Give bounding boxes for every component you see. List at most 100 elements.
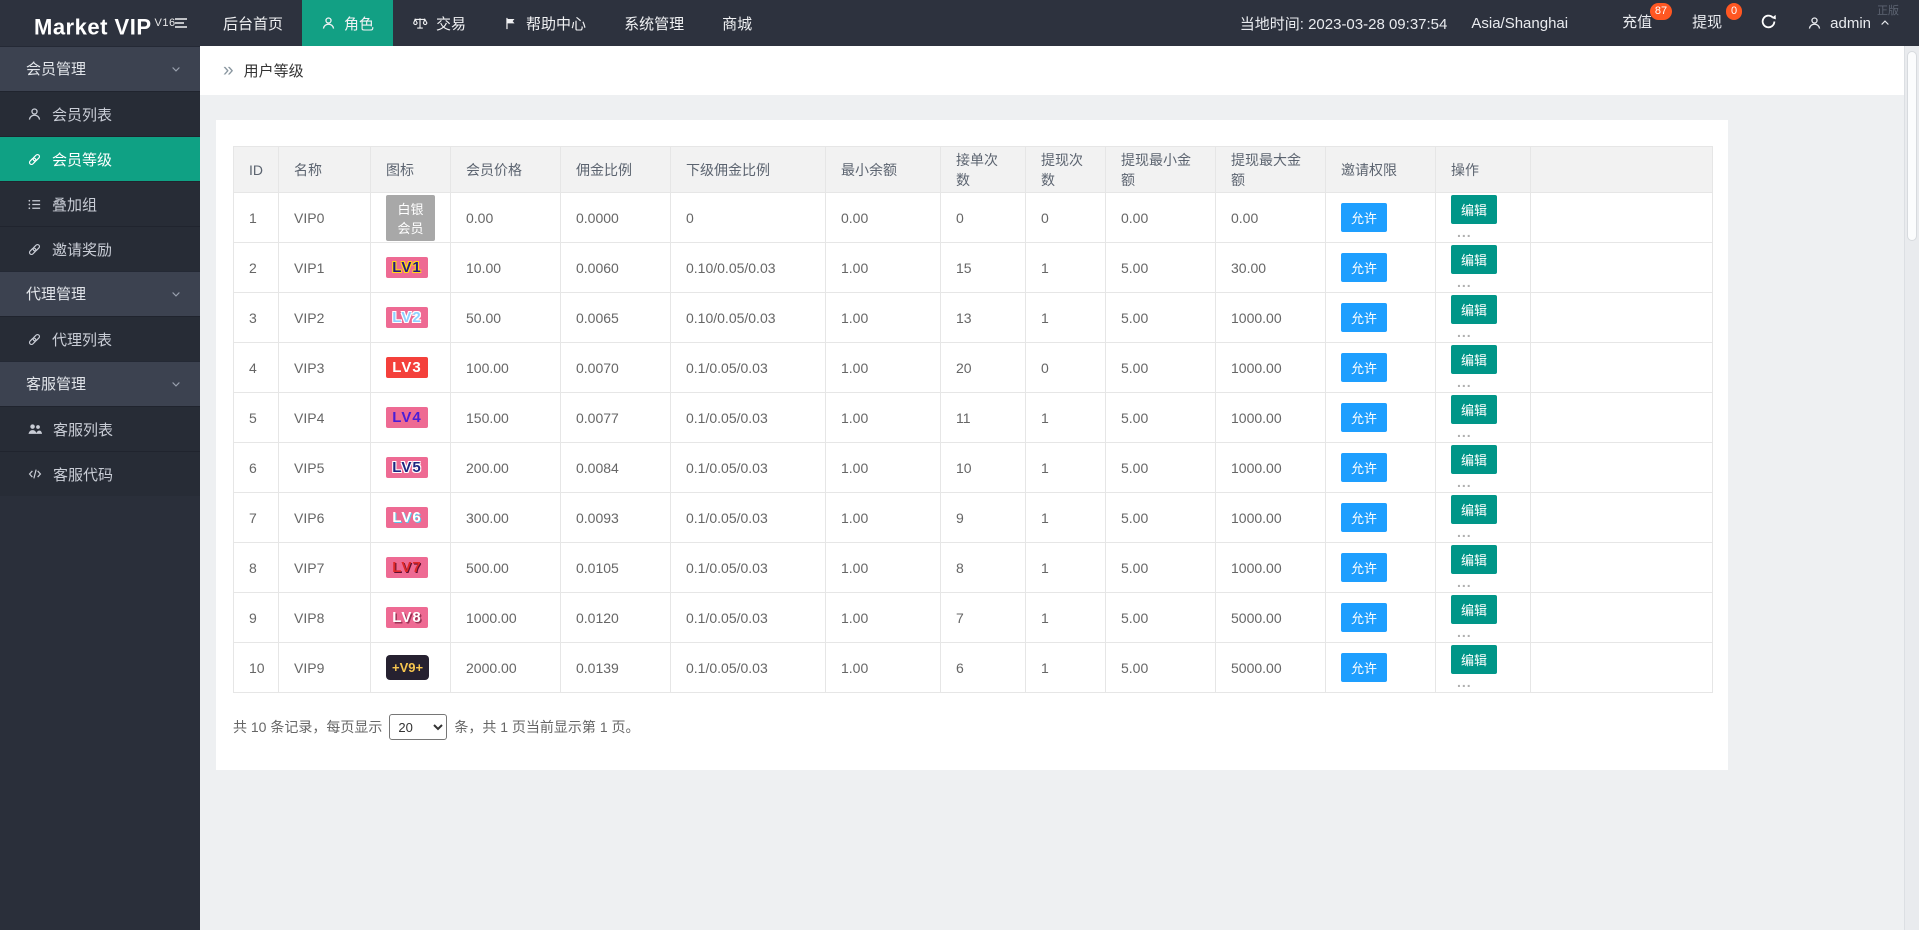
cell-invite-permission: 允许 bbox=[1326, 343, 1436, 393]
vertical-scrollbar[interactable] bbox=[1904, 46, 1919, 930]
sidebar-item-invite-reward[interactable]: 邀请奖励 bbox=[0, 226, 200, 271]
link-icon bbox=[27, 152, 42, 167]
sidebar-item-label: 客服列表 bbox=[53, 419, 113, 440]
sidebar-item-service-list[interactable]: 客服列表 bbox=[0, 406, 200, 451]
edit-button[interactable]: 编辑 bbox=[1451, 545, 1497, 574]
cell-sub_commission: 0.10/0.05/0.03 bbox=[671, 293, 826, 343]
breadcrumb: » 用户等级 bbox=[200, 46, 1904, 95]
level-badge: LV1 bbox=[386, 257, 428, 278]
cell-orders: 0 bbox=[941, 193, 1026, 243]
table-row: 3VIP2LV250.000.00650.10/0.05/0.031.00131… bbox=[234, 293, 1713, 343]
withdraw-button[interactable]: 提现 0 bbox=[1672, 0, 1742, 46]
edit-button[interactable]: 编辑 bbox=[1451, 645, 1497, 674]
allow-button[interactable]: 允许 bbox=[1341, 303, 1387, 332]
edit-button[interactable]: 编辑 bbox=[1451, 395, 1497, 424]
nav-item-home[interactable]: 后台首页 bbox=[204, 0, 302, 46]
cell-price: 2000.00 bbox=[451, 643, 561, 693]
allow-button[interactable]: 允许 bbox=[1341, 553, 1387, 582]
more-actions[interactable]: ... bbox=[1457, 324, 1472, 340]
more-actions[interactable]: ... bbox=[1457, 524, 1472, 540]
refresh-button[interactable] bbox=[1742, 13, 1795, 34]
nav-item-role[interactable]: 角色 bbox=[302, 0, 393, 46]
level-badge: LV3 bbox=[386, 357, 428, 378]
edit-button[interactable]: 编辑 bbox=[1451, 345, 1497, 374]
sidebar-group-agent[interactable]: 代理管理 bbox=[0, 271, 200, 316]
sidebar-group-service[interactable]: 客服管理 bbox=[0, 361, 200, 406]
more-actions[interactable]: ... bbox=[1457, 624, 1472, 640]
nav-item-help[interactable]: 帮助中心 bbox=[485, 0, 605, 46]
sidebar-item-label: 客服代码 bbox=[53, 464, 113, 485]
allow-button[interactable]: 允许 bbox=[1341, 603, 1387, 632]
cell-price: 100.00 bbox=[451, 343, 561, 393]
per-page-select[interactable]: 20 bbox=[389, 714, 447, 740]
column-header: 邀请权限 bbox=[1326, 147, 1436, 193]
edit-button[interactable]: 编辑 bbox=[1451, 195, 1497, 224]
column-header: 操作 bbox=[1436, 147, 1531, 193]
cell-withdraw_max: 1000.00 bbox=[1216, 343, 1326, 393]
allow-button[interactable]: 允许 bbox=[1341, 503, 1387, 532]
allow-button[interactable]: 允许 bbox=[1341, 403, 1387, 432]
cell-name: VIP6 bbox=[279, 493, 371, 543]
edit-button[interactable]: 编辑 bbox=[1451, 595, 1497, 624]
table-row: 7VIP6LV6300.000.00930.1/0.05/0.031.00915… bbox=[234, 493, 1713, 543]
sidebar-item-stack-group[interactable]: 叠加组 bbox=[0, 181, 200, 226]
edit-button[interactable]: 编辑 bbox=[1451, 295, 1497, 324]
sidebar-item-agent-list[interactable]: 代理列表 bbox=[0, 316, 200, 361]
allow-button[interactable]: 允许 bbox=[1341, 353, 1387, 382]
more-actions[interactable]: ... bbox=[1457, 424, 1472, 440]
sidebar-group-member[interactable]: 会员管理 bbox=[0, 46, 200, 91]
more-actions[interactable]: ... bbox=[1457, 224, 1472, 240]
allow-button[interactable]: 允许 bbox=[1341, 653, 1387, 682]
sidebar-item-member-level[interactable]: 会员等级 bbox=[0, 136, 200, 181]
cell-orders: 13 bbox=[941, 293, 1026, 343]
sidebar-item-label: 叠加组 bbox=[52, 194, 97, 215]
cell-withdraw_times: 0 bbox=[1026, 193, 1106, 243]
cell-id: 1 bbox=[234, 193, 279, 243]
cell-id: 10 bbox=[234, 643, 279, 693]
cell-withdraw_min: 5.00 bbox=[1106, 393, 1216, 443]
more-actions[interactable]: ... bbox=[1457, 274, 1472, 290]
nav-item-system[interactable]: 系统管理 bbox=[605, 0, 703, 46]
more-actions[interactable]: ... bbox=[1457, 574, 1472, 590]
edit-button[interactable]: 编辑 bbox=[1451, 495, 1497, 524]
level-badge: +V9+ bbox=[386, 655, 429, 680]
table-row: 9VIP8LV81000.000.01200.1/0.05/0.031.0071… bbox=[234, 593, 1713, 643]
cell-invite-permission: 允许 bbox=[1326, 643, 1436, 693]
table-row: 6VIP5LV5200.000.00840.1/0.05/0.031.00101… bbox=[234, 443, 1713, 493]
table-row: 10VIP9+V9+2000.000.01390.1/0.05/0.031.00… bbox=[234, 643, 1713, 693]
allow-button[interactable]: 允许 bbox=[1341, 253, 1387, 282]
cell-actions: 编辑... bbox=[1436, 543, 1531, 593]
cell-min_balance: 1.00 bbox=[826, 493, 941, 543]
link-icon bbox=[27, 332, 42, 347]
levels-card: ID名称图标会员价格佣金比例下级佣金比例最小余额接单次数提现次数提现最小金额提现… bbox=[216, 120, 1728, 770]
sidebar-item-service-code[interactable]: 客服代码 bbox=[0, 451, 200, 496]
edit-button[interactable]: 编辑 bbox=[1451, 245, 1497, 274]
pagination-prefix: 共 10 条记录，每页显示 bbox=[233, 717, 382, 737]
cell-invite-permission: 允许 bbox=[1326, 593, 1436, 643]
menu-toggle-button[interactable] bbox=[158, 0, 204, 46]
cell-withdraw_times: 1 bbox=[1026, 543, 1106, 593]
cell-min_balance: 1.00 bbox=[826, 643, 941, 693]
allow-button[interactable]: 允许 bbox=[1341, 453, 1387, 482]
edit-button[interactable]: 编辑 bbox=[1451, 445, 1497, 474]
more-actions[interactable]: ... bbox=[1457, 374, 1472, 390]
cell-withdraw_times: 1 bbox=[1026, 443, 1106, 493]
more-actions[interactable]: ... bbox=[1457, 674, 1472, 690]
nav-item-label: 系统管理 bbox=[624, 13, 684, 34]
cell-id: 3 bbox=[234, 293, 279, 343]
cell-name: VIP9 bbox=[279, 643, 371, 693]
allow-button[interactable]: 允许 bbox=[1341, 203, 1387, 232]
cell-withdraw_times: 0 bbox=[1026, 343, 1106, 393]
nav-item-mall[interactable]: 商城 bbox=[703, 0, 771, 46]
genuine-badge: 正版 bbox=[1877, 2, 1899, 18]
scrollbar-thumb[interactable] bbox=[1907, 51, 1917, 241]
more-actions[interactable]: ... bbox=[1457, 474, 1472, 490]
column-header: 会员价格 bbox=[451, 147, 561, 193]
sidebar-item-member-list[interactable]: 会员列表 bbox=[0, 91, 200, 136]
nav-item-trade[interactable]: 交易 bbox=[393, 0, 485, 46]
list-icon bbox=[27, 197, 42, 212]
recharge-button[interactable]: 充值 87 bbox=[1602, 0, 1672, 46]
cell-sub_commission: 0.10/0.05/0.03 bbox=[671, 243, 826, 293]
table-row: 5VIP4LV4150.000.00770.1/0.05/0.031.00111… bbox=[234, 393, 1713, 443]
nav-item-label: 帮助中心 bbox=[526, 13, 586, 34]
